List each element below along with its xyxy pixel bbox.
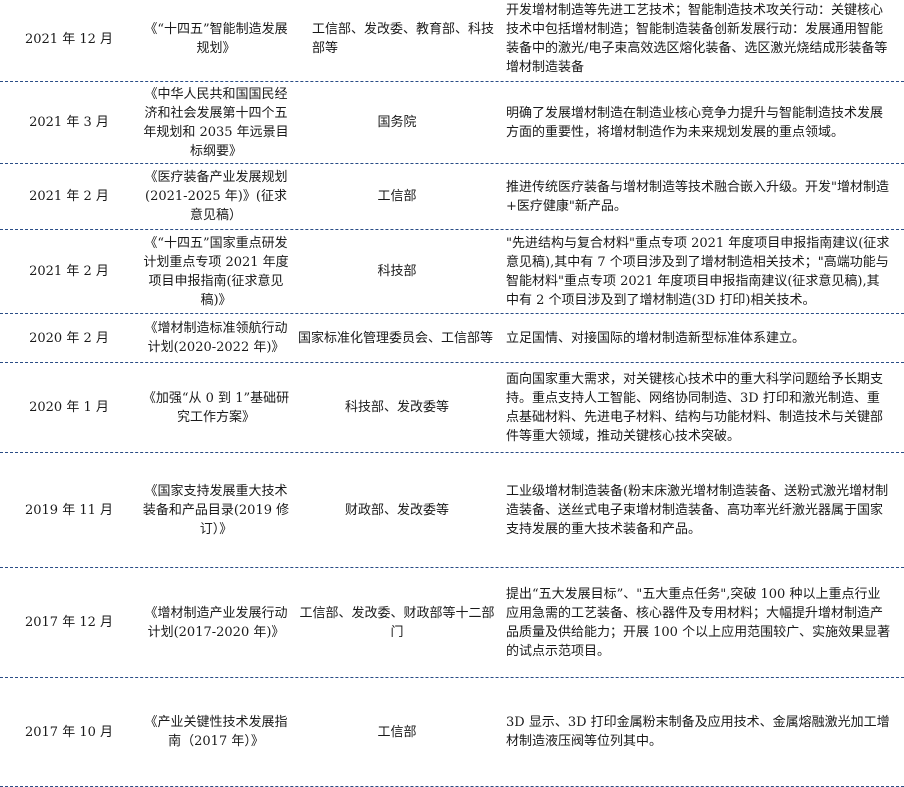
row-department: 国务院 <box>377 115 417 130</box>
policy-table: 2021 年 12 月 《“十四五”智能制造发展规划》 工信部、发改委、教育部、… <box>0 0 904 787</box>
row-department: 科技部、发改委等 <box>344 400 449 415</box>
row-department: 工信部、发改委、财政部等十二部门 <box>299 605 495 640</box>
table-row: 2020 年 1 月 《加强“从 0 到 1”基础研究工作方案》 科技部、发改委… <box>0 363 904 453</box>
table-row: 2020 年 2 月 《增材制造标准领航行动计划(2020-2022 年)》 国… <box>0 314 904 363</box>
row-date: 2017 年 12 月 <box>24 615 114 630</box>
row-date: 2020 年 1 月 <box>29 400 109 415</box>
row-date: 2021 年 2 月 <box>29 189 109 204</box>
table-row: 2021 年 12 月 《“十四五”智能制造发展规划》 工信部、发改委、教育部、… <box>0 0 904 82</box>
table-row: 2021 年 2 月 《“十四五”国家重点研发计划重点专项 2021 年度项目申… <box>0 230 904 314</box>
row-date: 2021 年 2 月 <box>29 264 109 279</box>
row-content: 提出“五大发展目标”、"五大重点任务",突破 100 种以上重点行业应用急需的工… <box>506 586 891 659</box>
row-title: 《增材制造标准领航行动计划(2020-2022 年)》 <box>144 321 288 355</box>
row-department: 科技部 <box>377 264 417 279</box>
row-title: 《中华人民共和国国民经济和社会发展第十四个五年规划和 2035 年远景目标纲要》 <box>143 86 289 159</box>
row-date: 2020 年 2 月 <box>29 330 109 346</box>
row-department: 国家标准化管理委员会、工信部等 <box>298 330 494 346</box>
table-row: 2017 年 12 月 《增材制造产业发展行动计划(2017-2020 年)》 … <box>0 568 904 678</box>
row-content: 明确了发展增材制造在制造业核心竞争力提升与智能制造技术发展方面的重要性，将增材制… <box>506 105 884 140</box>
row-title: 《“十四五”智能制造发展规划》 <box>144 22 288 56</box>
row-title: 《加强“从 0 到 1”基础研究工作方案》 <box>142 390 290 425</box>
table-row: 2019 年 11 月 《国家支持发展重大技术装备和产品目录(2019 修订）》… <box>0 453 904 568</box>
table-row: 2017 年 10 月 《产业关键性技术发展指南（2017 年）》 工信部 3D… <box>0 678 904 787</box>
row-date: 2019 年 11 月 <box>24 502 114 518</box>
row-department: 财政部、发改委等 <box>344 502 449 518</box>
row-date: 2021 年 12 月 <box>24 31 114 47</box>
row-content: 推进传统医疗装备与增材制造等技术融合嵌入升级。开发"增材制造+医疗健康"新产品。 <box>506 179 889 214</box>
row-content: 工业级增材制造装备(粉末床激光增材制造装备、送粉式激光增材制造装备、送丝式电子束… <box>506 483 889 537</box>
row-title: 《国家支持发展重大技术装备和产品目录(2019 修订）》 <box>142 483 290 537</box>
table-row: 2021 年 2 月 《医疗装备产业发展规划(2021-2025 年)》(征求意… <box>0 164 904 230</box>
row-department: 工信部 <box>377 189 417 204</box>
row-department: 工信部、发改委、教育部、科技部等 <box>312 22 495 56</box>
row-department: 工信部 <box>377 724 417 740</box>
row-title: 《产业关键性技术发展指南（2017 年）》 <box>144 715 288 749</box>
row-title: 《“十四五”国家重点研发计划重点专项 2021 年度项目申报指南(征求意见稿)》 <box>143 235 289 308</box>
row-title: 《增材制造产业发展行动计划(2017-2020 年)》 <box>144 605 288 640</box>
row-content: 立足国情、对接国际的增材制造新型标准体系建立。 <box>506 330 806 346</box>
row-content: 3D 显示、3D 打印金属粉末制备及应用技术、金属熔融激光加工增材制造液压阀等位… <box>506 715 890 749</box>
table-row: 2021 年 3 月 《中华人民共和国国民经济和社会发展第十四个五年规划和 20… <box>0 82 904 164</box>
row-title: 《医疗装备产业发展规划(2021-2025 年)》(征求意见稿） <box>144 170 288 223</box>
row-date: 2021 年 3 月 <box>29 115 109 130</box>
row-content: 开发增材制造等先进工艺技术；智能制造技术攻关行动：关键核心技术中包括增材制造；智… <box>506 3 888 75</box>
row-content: "先进结构与复合材料"重点专项 2021 年度项目申报指南建议(征求意见稿),其… <box>506 235 890 308</box>
row-content: 面向国家重大需求，对关键核心技术中的重大科学问题给予长期支持。重点支持人工智能、… <box>506 371 884 444</box>
row-date: 2017 年 10 月 <box>24 724 114 740</box>
